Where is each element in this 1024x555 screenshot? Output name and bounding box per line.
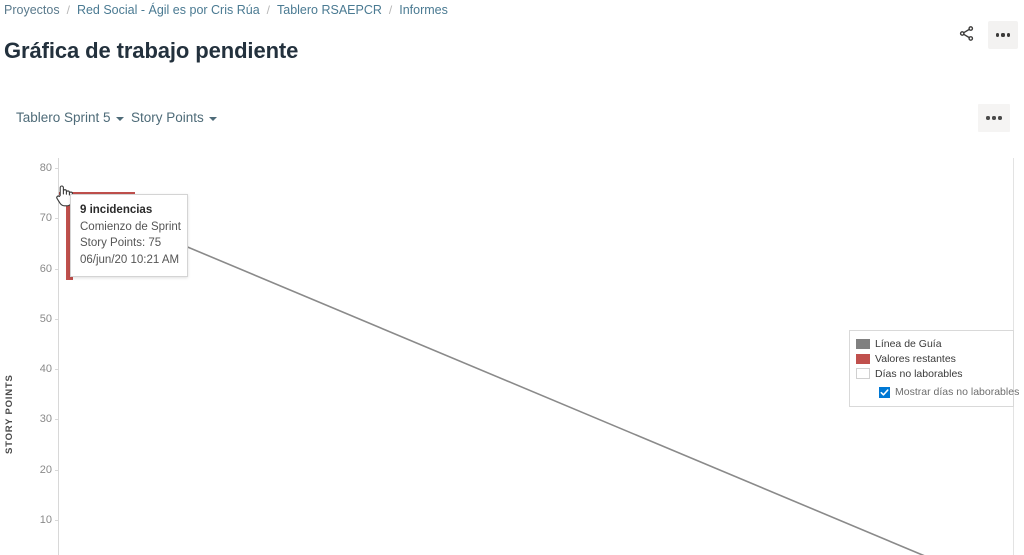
show-nonworking-days-checkbox[interactable] [879, 386, 890, 398]
tooltip-title: 9 incidencias [80, 204, 153, 216]
y-axis-ticks: 80 70 60 50 40 30 20 10 [0, 158, 52, 555]
unit-selector[interactable]: Story Points [129, 107, 219, 128]
breadcrumb-separator: / [388, 3, 393, 17]
header-actions [952, 21, 1018, 49]
legend-swatch-nonworking-icon [856, 368, 870, 379]
ellipsis-icon [986, 116, 1002, 120]
header-more-button[interactable] [988, 21, 1018, 49]
tooltip-timestamp: 06/jun/20 10:21 AM [80, 253, 180, 266]
legend-item-nonworking[interactable]: Días no laborables [856, 366, 1007, 381]
chart-toolbar: Tablero Sprint 5 Story Points [0, 104, 1024, 138]
breadcrumb-separator: / [266, 3, 270, 17]
y-axis-tick-label: 80 [39, 162, 52, 174]
chevron-down-icon [115, 116, 124, 121]
share-icon [958, 25, 975, 45]
page-title: Gráfica de trabajo pendiente [4, 37, 299, 63]
burndown-report-page: Proyectos / Red Social - Ágil es por Cri… [0, 0, 1024, 555]
data-point-tooltip: 9 incidencias Comienzo de Sprint Story P… [70, 194, 188, 277]
legend-label-nonworking: Días no laborables [875, 367, 963, 380]
y-axis-tick-label: 70 [39, 212, 52, 225]
legend-swatch-guide-icon [856, 338, 870, 349]
legend-label-remaining: Valores restantes [875, 352, 956, 365]
y-axis-tick-label: 20 [39, 463, 52, 476]
board-sprint-selector-label: Tablero Sprint 5 [16, 110, 111, 125]
legend-item-remaining[interactable]: Valores restantes [856, 351, 1007, 366]
breadcrumb-separator: / [66, 3, 70, 17]
legend-label-guide: Línea de Guía [875, 337, 942, 350]
ellipsis-icon [995, 33, 1011, 37]
burndown-chart: STORY POINTS 80 70 60 50 40 30 20 10 9 incidenc… [0, 158, 1024, 555]
chart-legend: Línea de Guía Valores restantes Días no … [849, 330, 1019, 407]
board-sprint-selector[interactable]: Tablero Sprint 5 [14, 107, 126, 128]
chart-more-button[interactable] [978, 104, 1010, 132]
legend-item-guide[interactable]: Línea de Guía [856, 336, 1007, 351]
legend-swatch-remaining-icon [856, 353, 870, 364]
breadcrumb-item-board[interactable]: Tablero RSAEPCR [277, 3, 382, 17]
y-axis-tick-label: 10 [39, 514, 52, 526]
share-button[interactable] [952, 21, 980, 49]
tooltip-story-points: Story Points: 75 [80, 237, 162, 249]
y-axis-tick-label: 50 [39, 312, 52, 325]
breadcrumb: Proyectos / Red Social - Ágil es por Cri… [4, 3, 448, 17]
y-axis-tick-label: 30 [39, 413, 52, 426]
tooltip-subtitle: Comienzo de Sprint [80, 220, 181, 233]
breadcrumb-item-projects[interactable]: Proyectos [4, 3, 60, 17]
y-axis-tick-label: 60 [39, 262, 52, 275]
y-axis-tick-label: 40 [39, 363, 52, 376]
chevron-down-icon [208, 116, 217, 121]
breadcrumb-item-project[interactable]: Red Social - Ágil es por Cris Rúa [77, 3, 260, 17]
checkmark-icon [880, 388, 889, 396]
breadcrumb-item-reports[interactable]: Informes [399, 3, 448, 17]
show-nonworking-days-label: Mostrar días no laborables [895, 386, 1020, 398]
unit-selector-label: Story Points [131, 110, 204, 125]
show-nonworking-days-row[interactable]: Mostrar días no laborables [856, 384, 1019, 400]
